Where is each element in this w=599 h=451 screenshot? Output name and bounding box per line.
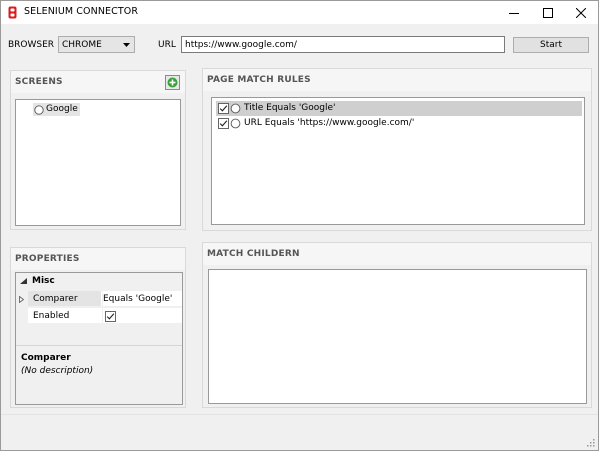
tree-item-google[interactable]: Google bbox=[33, 103, 80, 116]
radio-icon[interactable] bbox=[230, 103, 241, 114]
minimize-icon bbox=[509, 12, 519, 14]
property-category-label: Misc bbox=[32, 276, 55, 286]
maximize-icon bbox=[543, 7, 553, 18]
browser-select-value: CHROME bbox=[62, 40, 102, 50]
rule-item[interactable]: Title Equals 'Google' bbox=[216, 101, 582, 116]
description-text: (No description) bbox=[21, 366, 94, 376]
add-screen-button[interactable] bbox=[165, 75, 180, 90]
selenium-icon bbox=[8, 6, 17, 19]
checkbox-checked-icon[interactable] bbox=[218, 118, 229, 129]
properties-panel: PROPERTIES Misc Comparer Equals 'Google'… bbox=[10, 247, 186, 408]
url-input[interactable] bbox=[181, 36, 505, 53]
title-bar[interactable]: SELENIUM CONNECTOR bbox=[1, 1, 598, 24]
page-match-rules-panel: PAGE MATCH RULES Title Equals 'Google' U… bbox=[202, 68, 592, 231]
match-children-panel: MATCH CHILDERN bbox=[202, 242, 592, 408]
screens-list[interactable]: Google bbox=[15, 99, 181, 226]
tree-item-label: Google bbox=[46, 104, 78, 114]
radio-icon[interactable] bbox=[230, 118, 241, 129]
screens-panel: SCREENS Google bbox=[10, 70, 186, 230]
collapse-triangle-icon[interactable] bbox=[20, 278, 27, 284]
close-icon bbox=[576, 7, 586, 18]
property-row-comparer[interactable]: Comparer Equals 'Google' bbox=[16, 290, 182, 306]
start-button[interactable]: Start bbox=[513, 37, 589, 53]
plus-circle-icon bbox=[167, 77, 178, 88]
property-name: Enabled bbox=[33, 311, 70, 321]
expand-triangle-icon[interactable] bbox=[19, 296, 24, 303]
radio-icon[interactable] bbox=[34, 105, 44, 115]
browser-label: BROWSER bbox=[8, 40, 55, 50]
url-label: URL bbox=[158, 40, 176, 50]
minimize-button[interactable] bbox=[497, 1, 531, 24]
property-value-enabled[interactable] bbox=[102, 308, 182, 323]
chevron-down-icon bbox=[123, 43, 130, 47]
properties-header: PROPERTIES bbox=[11, 248, 185, 270]
property-value[interactable]: Equals 'Google' bbox=[102, 291, 182, 306]
page-match-rules-header: PAGE MATCH RULES bbox=[203, 69, 591, 91]
description-title: Comparer bbox=[21, 353, 71, 363]
property-name: Comparer bbox=[28, 291, 101, 306]
app-window: SELENIUM CONNECTOR BROWSER CHROME URL St… bbox=[0, 0, 599, 451]
rule-item[interactable]: URL Equals 'https://www.google.com/' bbox=[216, 116, 582, 131]
checkbox-checked-icon[interactable] bbox=[218, 103, 229, 114]
browser-select[interactable]: CHROME bbox=[58, 36, 135, 53]
property-grid[interactable]: Misc Comparer Equals 'Google' Enabled Co… bbox=[15, 272, 183, 405]
description-divider bbox=[16, 345, 182, 346]
match-children-header: MATCH CHILDERN bbox=[203, 243, 591, 265]
close-button[interactable] bbox=[564, 1, 598, 24]
rules-list[interactable]: Title Equals 'Google' URL Equals 'https:… bbox=[211, 97, 585, 225]
match-children-list[interactable] bbox=[208, 269, 587, 404]
row-gutter bbox=[16, 308, 28, 323]
maximize-button[interactable] bbox=[531, 1, 565, 24]
window-title: SELENIUM CONNECTOR bbox=[24, 6, 139, 17]
screens-header: SCREENS bbox=[11, 71, 185, 93]
resize-grip-icon[interactable] bbox=[587, 439, 595, 447]
status-bar bbox=[1, 414, 598, 450]
property-category[interactable]: Misc bbox=[16, 273, 182, 289]
checkbox-checked-icon[interactable] bbox=[105, 311, 116, 322]
rule-label: Title Equals 'Google' bbox=[244, 103, 336, 113]
property-row-enabled[interactable]: Enabled bbox=[16, 307, 182, 323]
rule-label: URL Equals 'https://www.google.com/' bbox=[244, 118, 415, 128]
